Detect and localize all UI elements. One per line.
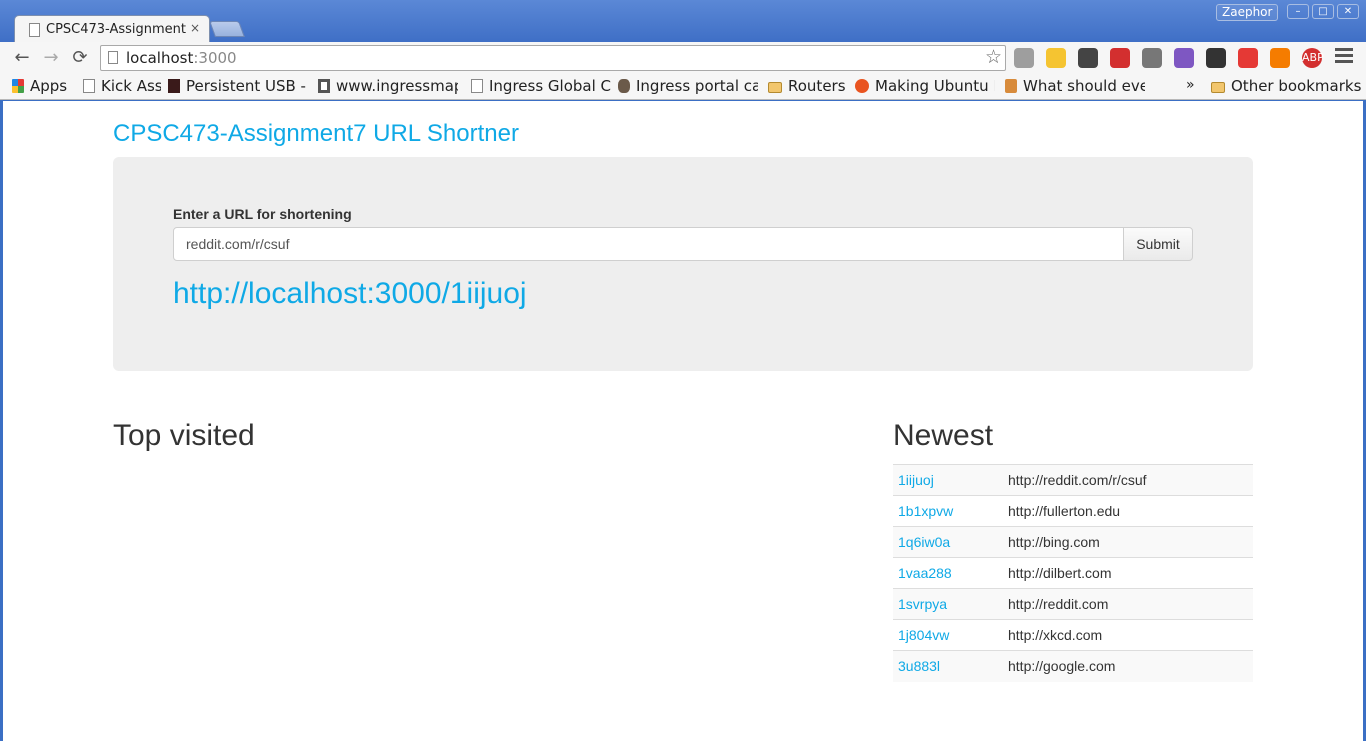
- bookmark-item[interactable]: Ingress Global Co: [471, 77, 611, 95]
- hangouts-icon[interactable]: [1014, 48, 1034, 68]
- short-code-link[interactable]: 1b1xpvw: [898, 503, 953, 519]
- original-url: http://xkcd.com: [1003, 619, 1253, 651]
- cast-icon[interactable]: [1142, 48, 1162, 68]
- favicon-icon: [1005, 79, 1017, 93]
- browser-tab[interactable]: CPSC473-Assignment7 URL Shortner ×: [14, 15, 210, 43]
- bookmark-item[interactable]: Apps: [12, 77, 67, 95]
- adblock-plus-icon[interactable]: ABP: [1302, 48, 1324, 68]
- newest-table: 1iijuoj http://reddit.com/r/csuf 1b1xpvw ht…: [893, 464, 1253, 682]
- original-url: http://fullerton.edu: [1003, 495, 1253, 527]
- short-code-link[interactable]: 1iijuoj: [898, 472, 934, 488]
- bookmark-item[interactable]: Making Ubuntu F: [855, 77, 995, 95]
- new-tab-button[interactable]: [209, 21, 245, 37]
- url-field-label: Enter a URL for shortening: [173, 206, 352, 222]
- short-url-link[interactable]: http://localhost:3000/1iijuoj: [173, 277, 527, 311]
- apps-grid-icon: [12, 79, 24, 93]
- back-button[interactable]: ←: [11, 47, 33, 69]
- bookmark-label: Ingress portal cal: [636, 77, 758, 95]
- favicon-icon: [855, 79, 869, 93]
- favicon-icon: [168, 79, 180, 93]
- folder-icon: [1211, 82, 1225, 93]
- original-url: http://reddit.com/r/csuf: [1003, 464, 1253, 496]
- bookmark-item[interactable]: What should ever: [1005, 77, 1145, 95]
- bookmark-item[interactable]: Routers: [768, 77, 846, 95]
- bookmark-label: What should ever: [1023, 77, 1145, 95]
- window-titlebar: CPSC473-Assignment7 URL Shortner × Zaeph…: [0, 0, 1366, 43]
- short-code-link[interactable]: 1vaa288: [898, 565, 952, 581]
- original-url: http://bing.com: [1003, 526, 1253, 558]
- bookmark-item[interactable]: www.ingressmap: [318, 77, 458, 95]
- short-code-link[interactable]: 1q6iw0a: [898, 534, 950, 550]
- chrome-menu-icon[interactable]: [1335, 48, 1353, 66]
- close-window-button[interactable]: ✕: [1337, 4, 1359, 19]
- table-row: 1j804vw http://xkcd.com: [893, 619, 1253, 651]
- gear-extension-icon[interactable]: [1078, 48, 1098, 68]
- bookmark-item[interactable]: Kick Ass: [83, 77, 161, 95]
- minimize-button[interactable]: –: [1287, 4, 1309, 19]
- page-icon: [108, 51, 118, 64]
- original-url: http://reddit.com: [1003, 588, 1253, 620]
- bookmark-item[interactable]: Persistent USB - E: [168, 77, 308, 95]
- heart-extension-icon[interactable]: [1238, 48, 1258, 68]
- bookmark-label: Ingress Global Co: [489, 77, 611, 95]
- favicon-icon: [318, 79, 330, 93]
- bookmarks-bar: » Other bookmarks Apps Kick Ass Persistent…: [0, 74, 1366, 100]
- short-code-link[interactable]: 1svrpya: [898, 596, 947, 612]
- bookmark-label: Routers: [788, 77, 846, 95]
- tab-title: CPSC473-Assignment7 URL Shortner: [46, 22, 186, 37]
- table-row: 3u883l http://google.com: [893, 650, 1253, 682]
- close-tab-icon[interactable]: ×: [190, 21, 200, 35]
- address-url[interactable]: localhost:3000: [126, 49, 237, 67]
- browser-toolbar: ← → ⟳ localhost:3000 ☆ ABP: [0, 42, 1366, 74]
- favicon-icon: [618, 79, 630, 93]
- url-input[interactable]: [173, 227, 1124, 261]
- table-row: 1svrpya http://reddit.com: [893, 588, 1253, 620]
- address-bar[interactable]: localhost:3000 ☆: [100, 45, 1006, 71]
- profile-name[interactable]: Zaephor: [1216, 4, 1279, 21]
- bookmark-label: Apps: [30, 77, 68, 95]
- table-row: 1b1xpvw http://fullerton.edu: [893, 495, 1253, 527]
- bookmark-star-icon[interactable]: ☆: [985, 46, 1002, 68]
- table-row: 1iijuoj http://reddit.com/r/csuf: [893, 464, 1253, 496]
- page-icon: [29, 23, 40, 37]
- app-title-link[interactable]: CPSC473-Assignment7 URL Shortner: [113, 120, 519, 148]
- short-code-link[interactable]: 1j804vw: [898, 627, 949, 643]
- color-wheel-icon[interactable]: [1174, 48, 1194, 68]
- bookmark-item[interactable]: Ingress portal cal: [618, 77, 758, 95]
- newest-heading: Newest: [893, 419, 994, 452]
- yellow-star-extension-icon[interactable]: [1046, 48, 1066, 68]
- submit-button[interactable]: Submit: [1123, 227, 1193, 261]
- top-visited-heading: Top visited: [113, 419, 255, 452]
- favicon-icon: [83, 79, 95, 93]
- chart-extension-icon[interactable]: [1270, 48, 1290, 68]
- red-squares-extension-icon[interactable]: [1110, 48, 1130, 68]
- maximize-button[interactable]: □: [1312, 4, 1334, 19]
- folder-icon: [768, 82, 782, 93]
- reload-button[interactable]: ⟳: [69, 47, 91, 69]
- table-row: 1q6iw0a http://bing.com: [893, 526, 1253, 558]
- bookmarks-overflow-button[interactable]: »: [1186, 77, 1195, 93]
- bookmark-label: Persistent USB - E: [186, 77, 308, 95]
- favicon-icon: [471, 79, 483, 93]
- bookmark-label: www.ingressmap: [336, 77, 458, 95]
- bookmark-label: Making Ubuntu F: [875, 77, 995, 95]
- other-bookmarks-folder[interactable]: Other bookmarks: [1211, 77, 1361, 95]
- original-url: http://dilbert.com: [1003, 557, 1253, 589]
- bookmark-label: Kick Ass: [101, 77, 161, 95]
- original-url: http://google.com: [1003, 650, 1253, 682]
- forward-button[interactable]: →: [40, 47, 62, 69]
- spy-mask-icon[interactable]: [1206, 48, 1226, 68]
- table-row: 1vaa288 http://dilbert.com: [893, 557, 1253, 589]
- short-code-link[interactable]: 3u883l: [898, 658, 940, 674]
- page-content: CPSC473-Assignment7 URL Shortner Enter a…: [3, 101, 1363, 741]
- shorten-panel: Enter a URL for shortening Submit http:/…: [113, 157, 1253, 371]
